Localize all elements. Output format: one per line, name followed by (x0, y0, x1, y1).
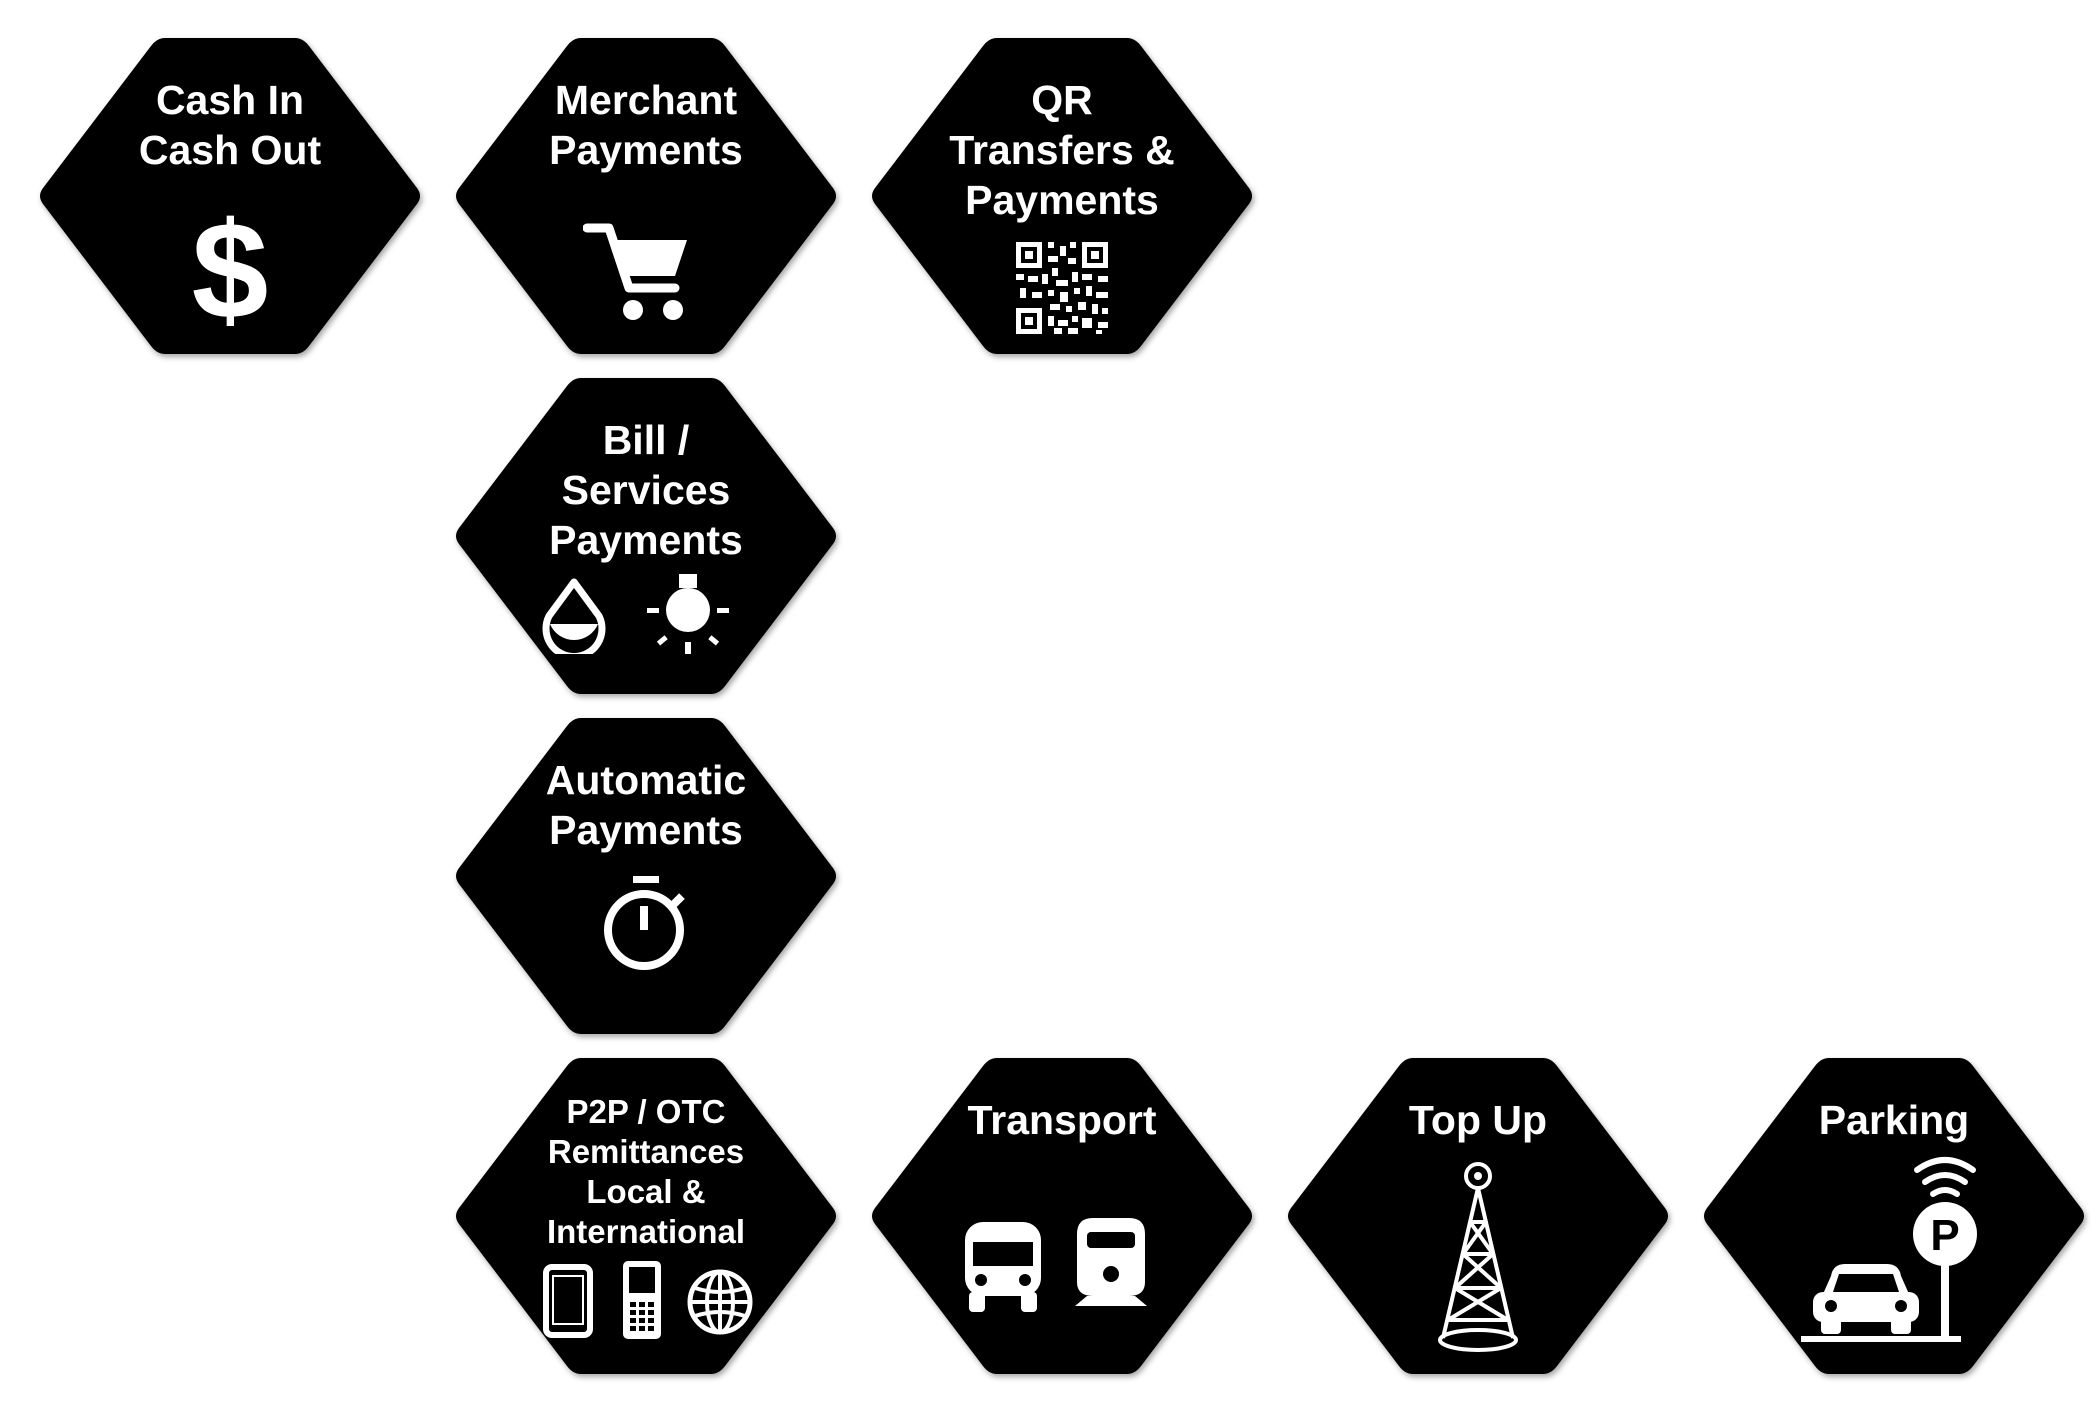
water-drop-icon (542, 578, 606, 654)
label-line: Cash Out (138, 127, 322, 173)
stopwatch-icon (604, 876, 685, 970)
globe-icon (687, 1269, 753, 1335)
radio-tower-icon (1438, 1162, 1518, 1352)
train-icon (1075, 1218, 1147, 1306)
hex-top-up: Top Up (1285, 1058, 1671, 1374)
tile-label: QR Transfers & Payments (912, 75, 1212, 225)
tile-label: P2P / OTC Remittances Local & Internatio… (496, 1092, 796, 1252)
tile-label: Cash In Cash Out (80, 75, 380, 175)
hex-automatic-payments: Automatic Payments (453, 718, 839, 1034)
tile-label: Parking (1744, 1095, 2044, 1145)
label-line: Transfers & (949, 127, 1175, 173)
hex-parking: Parking P (1701, 1058, 2087, 1374)
label-line: Payments (549, 127, 743, 173)
label-line: Payments (965, 177, 1159, 223)
label-line: Payments (549, 807, 743, 853)
label-line: Automatic (545, 757, 747, 803)
label-line: International (546, 1213, 746, 1250)
light-bulb-icon (647, 574, 729, 654)
svg-text:$: $ (192, 208, 269, 326)
label-line: Parking (1818, 1097, 1970, 1143)
hex-qr-transfers-payments: QR Transfers & Payments (869, 38, 1255, 354)
dollar-icon: $ (192, 208, 269, 326)
hex-p2p-otc-remittances: P2P / OTC Remittances Local & Internatio… (453, 1058, 839, 1374)
label-line: Bill / (602, 417, 690, 463)
svg-text:P: P (1930, 1211, 1959, 1260)
tablet-icon (543, 1264, 593, 1338)
label-line: Merchant (554, 77, 738, 123)
tile-label: Merchant Payments (496, 75, 796, 175)
label-line: Services (561, 467, 731, 513)
hex-cash-in-cash-out: Cash In Cash Out $ (37, 38, 423, 354)
label-line: Cash In (155, 77, 305, 123)
tile-label: Top Up (1328, 1095, 1628, 1145)
tile-label: Transport (912, 1095, 1212, 1145)
shopping-cart-icon (583, 223, 687, 320)
parking-sign-icon: P (1801, 1157, 1977, 1342)
hex-merchant-payments: Merchant Payments (453, 38, 839, 354)
label-line: Transport (967, 1097, 1157, 1143)
label-line: P2P / OTC (566, 1093, 726, 1130)
label-line: QR (1031, 77, 1093, 123)
tile-label: Bill / Services Payments (496, 415, 796, 565)
label-line: Remittances (547, 1133, 745, 1170)
hex-transport: Transport (869, 1058, 1255, 1374)
mobile-phone-icon (623, 1261, 661, 1339)
hex-bill-services-payments: Bill / Services Payments (453, 378, 839, 694)
label-line: Local & (586, 1173, 706, 1210)
bus-icon (965, 1222, 1041, 1312)
label-line: Top Up (1408, 1097, 1548, 1143)
label-line: Payments (549, 517, 743, 563)
qr-code-icon (1016, 242, 1108, 334)
tile-label: Automatic Payments (496, 755, 796, 855)
